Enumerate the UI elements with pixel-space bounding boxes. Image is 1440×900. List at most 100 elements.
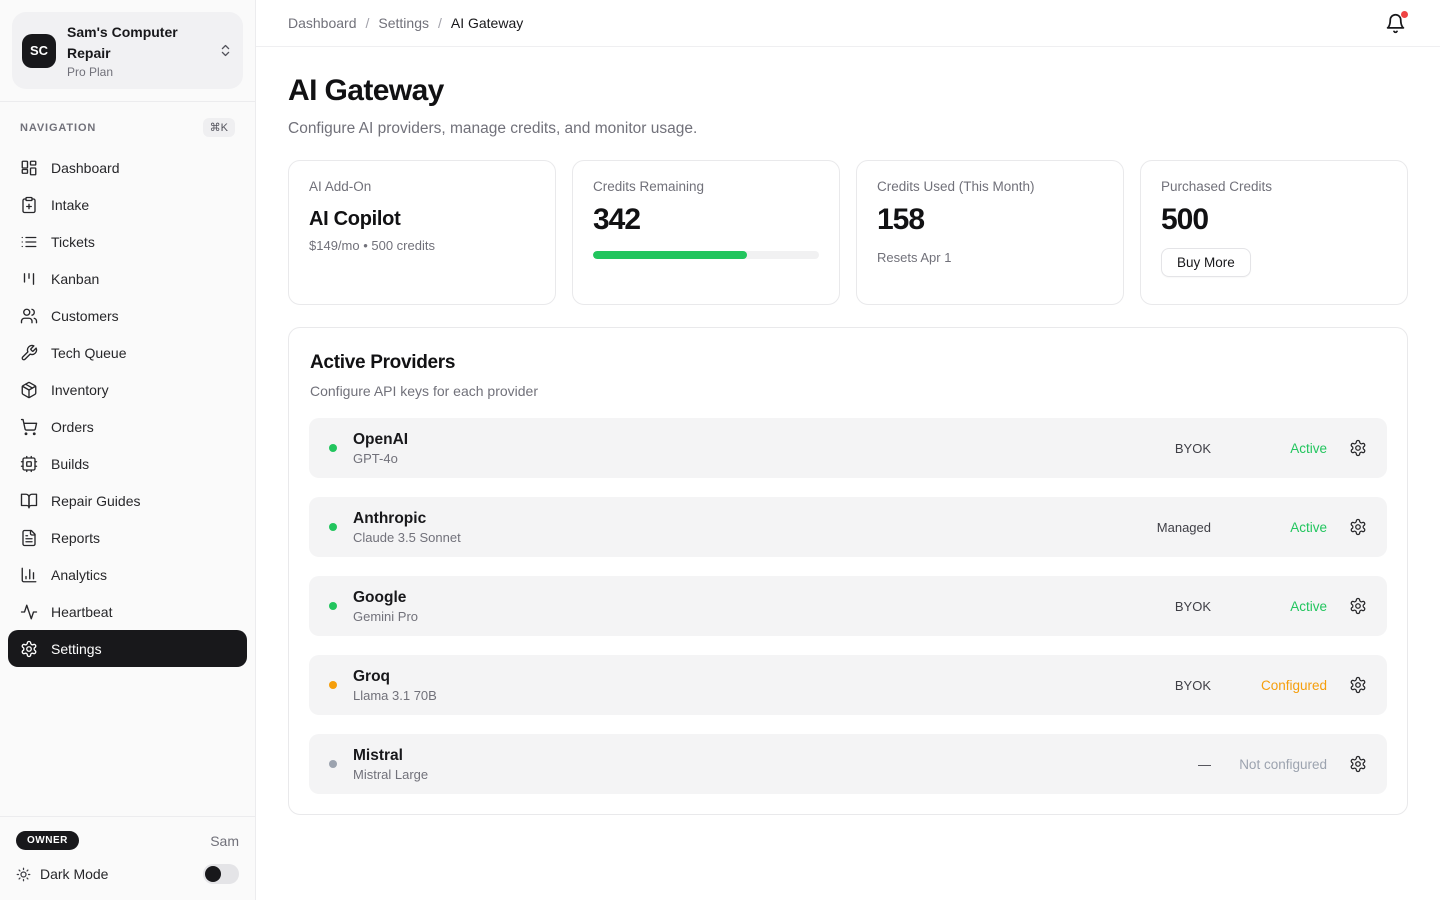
sidebar-item-label: Inventory [51, 382, 109, 398]
sidebar-item-label: Repair Guides [51, 493, 141, 509]
sidebar-item-analytics[interactable]: Analytics [8, 556, 247, 593]
notifications-button[interactable] [1383, 11, 1408, 36]
provider-meta: —Not configured [1147, 755, 1367, 773]
breadcrumb-settings[interactable]: Settings [378, 15, 429, 31]
sidebar-item-inventory[interactable]: Inventory [8, 371, 247, 408]
dark-mode-label: Dark Mode [40, 866, 108, 882]
sidebar-item-repair-guides[interactable]: Repair Guides [8, 482, 247, 519]
credits-used-value: 158 [877, 203, 1103, 237]
provider-meta: BYOKConfigured [1147, 676, 1367, 694]
sidebar-item-reports[interactable]: Reports [8, 519, 247, 556]
sidebar-item-intake[interactable]: Intake [8, 186, 247, 223]
provider-settings-button[interactable] [1349, 676, 1367, 694]
gear-icon [1349, 518, 1367, 536]
provider-name: Google [353, 589, 418, 607]
provider-info: MistralMistral Large [353, 747, 428, 782]
sidebar-item-tickets[interactable]: Tickets [8, 223, 247, 260]
provider-status: Active [1231, 599, 1327, 614]
breadcrumb-current: AI Gateway [451, 15, 523, 31]
status-dot [329, 760, 337, 768]
buy-more-button[interactable]: Buy More [1161, 248, 1251, 277]
sidebar-item-kanban[interactable]: Kanban [8, 260, 247, 297]
sidebar: SC Sam's Computer Repair Pro Plan NAVIGA… [0, 0, 256, 900]
credits-remaining-value: 342 [593, 203, 819, 237]
provider-meta: BYOK Active [1147, 597, 1367, 615]
providers-title: Active Providers [309, 352, 1387, 374]
providers-subtitle: Configure API keys for each provider [309, 383, 1387, 399]
sidebar-item-label: Dashboard [51, 160, 120, 176]
sidebar-item-builds[interactable]: Builds [8, 445, 247, 482]
provider-mode-badge: Managed [1147, 520, 1211, 535]
stats-grid: AI Add-On AI Copilot $149/mo • 500 credi… [288, 160, 1408, 305]
provider-status: Active [1231, 520, 1327, 535]
sidebar-item-customers[interactable]: Customers [8, 297, 247, 334]
provider-row-anthropic: AnthropicClaude 3.5 SonnetManagedActive [309, 497, 1387, 557]
users-icon [20, 307, 38, 325]
stat-card-credits-remaining: Credits Remaining 342 [572, 160, 840, 305]
stat-card-purchased-credits: Purchased Credits 500 Buy More [1140, 160, 1408, 305]
sidebar-item-orders[interactable]: Orders [8, 408, 247, 445]
gear-icon [1349, 439, 1367, 457]
provider-status: Active [1231, 441, 1327, 456]
provider-mode-badge: BYOK [1147, 599, 1211, 614]
shopping-cart-icon [20, 418, 38, 436]
sidebar-item-label: Tech Queue [51, 345, 127, 361]
sidebar-item-settings[interactable]: Settings [8, 630, 247, 667]
provider-settings-button[interactable] [1349, 755, 1367, 773]
breadcrumb: Dashboard / Settings / AI Gateway [288, 15, 523, 31]
file-text-icon [20, 529, 38, 547]
addon-detail: $149/mo • 500 credits [309, 238, 535, 253]
stat-label: Credits Remaining [593, 179, 819, 194]
page-title: AI Gateway [288, 74, 1408, 108]
stat-label: Purchased Credits [1161, 179, 1387, 194]
sidebar-item-label: Heartbeat [51, 604, 112, 620]
provider-settings-button[interactable] [1349, 518, 1367, 536]
command-k-shortcut-badge: ⌘K [203, 118, 235, 137]
provider-settings-button[interactable] [1349, 439, 1367, 457]
sidebar-item-label: Reports [51, 530, 100, 546]
stat-card-credits-used: Credits Used (This Month) 158 Resets Apr… [856, 160, 1124, 305]
breadcrumb-separator: / [366, 15, 370, 31]
sidebar-item-dashboard[interactable]: Dashboard [8, 149, 247, 186]
sidebar-footer: OWNER Sam Dark Mode [0, 816, 255, 900]
clipboard-plus-icon [20, 196, 38, 214]
provider-info: Google Gemini Pro [353, 589, 418, 624]
status-dot [329, 444, 337, 452]
sidebar-item-label: Tickets [51, 234, 95, 250]
nav-header: NAVIGATION ⌘K [8, 114, 247, 149]
activity-icon [20, 603, 38, 621]
provider-row-google: Google Gemini Pro BYOK Active [309, 576, 1387, 636]
status-dot [329, 523, 337, 531]
provider-row-openai: OpenAIGPT-4oBYOKActive [309, 418, 1387, 478]
user-name: Sam [210, 833, 239, 849]
sidebar-item-heartbeat[interactable]: Heartbeat [8, 593, 247, 630]
chevrons-up-down-icon [218, 43, 233, 58]
gear-icon [1349, 755, 1367, 773]
gear-icon [1349, 597, 1367, 615]
sidebar-item-label: Intake [51, 197, 89, 213]
status-dot [329, 602, 337, 610]
breadcrumb-dashboard[interactable]: Dashboard [288, 15, 357, 31]
provider-model: Claude 3.5 Sonnet [353, 530, 461, 545]
provider-row-mistral: MistralMistral Large —Not configured [309, 734, 1387, 794]
provider-name: OpenAI [353, 431, 408, 449]
status-dot [329, 681, 337, 689]
provider-mode-badge: — [1147, 757, 1211, 772]
dark-mode-toggle[interactable] [203, 864, 239, 884]
dashboard-icon [20, 159, 38, 177]
main-area: Dashboard / Settings / AI Gateway AI Gat… [256, 0, 1440, 900]
provider-model: Gemini Pro [353, 609, 418, 624]
nav-section: NAVIGATION ⌘K Dashboard Intake Tickets Kanb… [0, 102, 255, 816]
team-switcher[interactable]: SC Sam's Computer Repair Pro Plan [12, 12, 243, 89]
sidebar-item-tech-queue[interactable]: Tech Queue [8, 334, 247, 371]
cpu-icon [20, 455, 38, 473]
gear-icon [20, 640, 38, 658]
purchased-credits-value: 500 [1161, 203, 1387, 237]
package-icon [20, 381, 38, 399]
notification-dot [1401, 11, 1408, 18]
addon-name: AI Copilot [309, 208, 535, 231]
provider-settings-button[interactable] [1349, 597, 1367, 615]
gear-icon [1349, 676, 1367, 694]
provider-name: Mistral [353, 747, 428, 765]
kanban-icon [20, 270, 38, 288]
